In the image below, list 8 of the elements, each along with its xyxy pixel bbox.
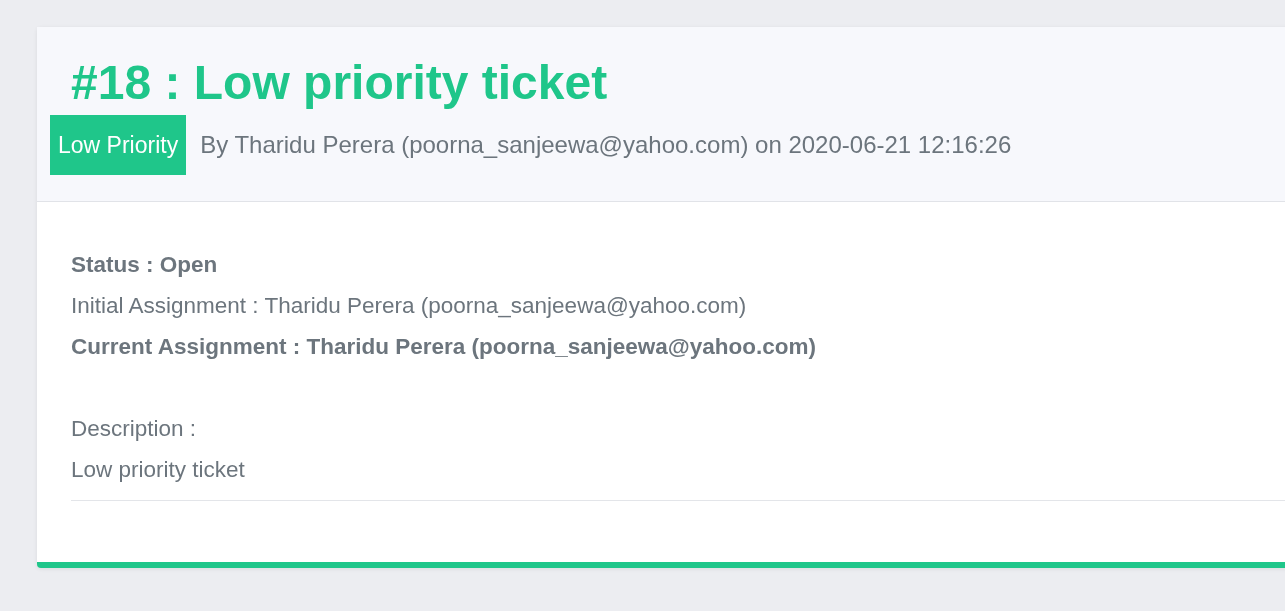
description-label: Description : (71, 415, 198, 443)
detail-line: Current Assignment : Tharidu Perera (poorna_sanjeewa@yahoo.com) (71, 333, 818, 361)
ticket-title: #18 : Low priority ticket (71, 55, 609, 111)
ticket-byline: By Tharidu Perera (poorna_sanjeewa@yahoo.com) on 2020-06-21 12:16:26 (200, 131, 1012, 159)
detail-line: Status : Open (71, 251, 219, 279)
priority-badge: Low Priority (50, 115, 187, 175)
detail-line: Initial Assignment : Tharidu Perera (poorna_sanjeewa@yahoo.com) (71, 292, 748, 320)
description-text: Low priority ticket (71, 456, 246, 484)
